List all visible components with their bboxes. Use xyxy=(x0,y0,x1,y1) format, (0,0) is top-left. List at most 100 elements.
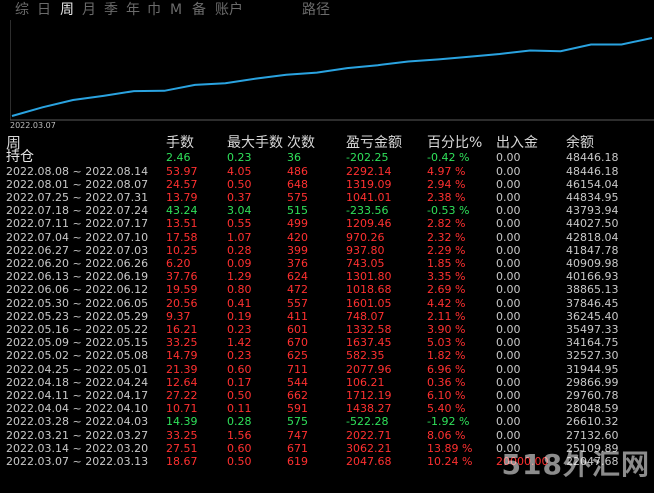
holding-row[interactable]: 持仓 2.46 0.23 36 -202.25 -0.42 % 0.00 484… xyxy=(0,150,654,164)
cell-percent: 2.94 % xyxy=(427,177,466,191)
cell-percent: 1.85 % xyxy=(427,256,466,270)
cell-period: 2022.05.09 ~ 2022.05.15 xyxy=(6,336,149,350)
cell-count: 670 xyxy=(287,336,308,350)
cell-percent: 4.97 % xyxy=(427,164,466,178)
tab-account[interactable]: 账户 xyxy=(215,1,243,19)
cell-balance: 40166.93 xyxy=(566,270,619,284)
cell-balance: 36245.40 xyxy=(566,309,619,323)
table-row[interactable]: 2022.03.28 ~ 2022.04.03 14.39 0.28 575 -522.… xyxy=(0,415,654,428)
cell-period: 2022.03.28 ~ 2022.04.03 xyxy=(6,415,149,429)
holding-percent: -0.42 % xyxy=(427,151,470,164)
cell-count: 575 xyxy=(287,415,308,429)
table-row[interactable]: 2022.03.21 ~ 2022.03.27 33.25 1.56 747 2022.… xyxy=(0,429,654,442)
cell-balance: 44027.50 xyxy=(566,217,619,231)
cell-pnl: 106.21 xyxy=(346,375,385,389)
cell-pnl: 2047.68 xyxy=(346,454,392,468)
cell-period: 2022.05.16 ~ 2022.05.22 xyxy=(6,322,149,336)
cell-period: 2022.07.25 ~ 2022.07.31 xyxy=(6,190,149,204)
table-row[interactable]: 2022.04.04 ~ 2022.04.10 10.71 0.11 591 1438.… xyxy=(0,402,654,415)
tab-year[interactable]: 年 xyxy=(126,1,140,19)
balance-line xyxy=(11,37,653,117)
table-row[interactable]: 2022.07.11 ~ 2022.07.17 13.51 0.55 499 1209.… xyxy=(0,217,654,230)
cell-lots: 12.64 xyxy=(166,375,198,389)
header-percent[interactable]: 百分比% xyxy=(427,134,482,152)
cell-percent: 2.82 % xyxy=(427,217,466,231)
cell-count: 411 xyxy=(287,309,308,323)
table-row[interactable]: 2022.08.01 ~ 2022.08.07 24.57 0.50 648 1319.… xyxy=(0,178,654,191)
cell-max-lots: 1.29 xyxy=(227,270,252,284)
cell-in-out: 0.00 xyxy=(496,204,521,218)
cell-max-lots: 1.07 xyxy=(227,230,252,244)
cell-lots: 14.39 xyxy=(166,415,198,429)
table-row[interactable]: 2022.05.02 ~ 2022.05.08 14.79 0.23 625 582.3… xyxy=(0,349,654,362)
cell-count: 591 xyxy=(287,402,308,416)
cell-percent: 3.35 % xyxy=(427,270,466,284)
cell-lots: 17.58 xyxy=(166,230,198,244)
table-row[interactable]: 2022.06.06 ~ 2022.06.12 19.59 0.80 472 1018.… xyxy=(0,283,654,296)
cell-max-lots: 1.42 xyxy=(227,336,252,350)
cell-count: 557 xyxy=(287,296,308,310)
cell-lots: 27.51 xyxy=(166,441,198,455)
tab-magic[interactable]: M xyxy=(170,1,182,19)
cell-percent: 6.10 % xyxy=(427,388,466,402)
table-row[interactable]: 2022.05.16 ~ 2022.05.22 16.21 0.23 601 1332.… xyxy=(0,323,654,336)
table-row[interactable]: 2022.04.25 ~ 2022.05.01 21.39 0.60 711 2077.… xyxy=(0,363,654,376)
cell-pnl: 1601.05 xyxy=(346,296,392,310)
cell-max-lots: 0.60 xyxy=(227,362,252,376)
table-row[interactable]: 2022.04.18 ~ 2022.04.24 12.64 0.17 544 106.2… xyxy=(0,376,654,389)
table-row[interactable]: 2022.05.30 ~ 2022.06.05 20.56 0.41 557 1601.… xyxy=(0,297,654,310)
tab-quarter[interactable]: 季 xyxy=(104,1,118,19)
tab-summary[interactable]: 综 xyxy=(15,1,29,19)
header-pnl[interactable]: 盈亏金额 xyxy=(346,134,402,152)
cell-lots: 24.57 xyxy=(166,177,198,191)
table-row[interactable]: 2022.07.25 ~ 2022.07.31 13.79 0.37 575 1041.… xyxy=(0,191,654,204)
cell-lots: 14.79 xyxy=(166,349,198,363)
table-row[interactable]: 2022.08.08 ~ 2022.08.14 53.97 4.05 486 2292.… xyxy=(0,165,654,178)
cell-in-out: 0.00 xyxy=(496,256,521,270)
cell-in-out: 0.00 xyxy=(496,362,521,376)
tab-week[interactable]: 周 xyxy=(60,1,74,19)
table-row[interactable]: 2022.06.27 ~ 2022.07.03 10.25 0.28 399 937.8… xyxy=(0,244,654,257)
cell-max-lots: 0.28 xyxy=(227,415,252,429)
cell-in-out: 0.00 xyxy=(496,164,521,178)
table-row[interactable]: 2022.06.20 ~ 2022.06.26 6.20 0.09 376 743.05… xyxy=(0,257,654,270)
cell-pnl: 1018.68 xyxy=(346,283,392,297)
tab-day[interactable]: 日 xyxy=(37,1,51,19)
table-row[interactable]: 2022.05.09 ~ 2022.05.15 33.25 1.42 670 1637.… xyxy=(0,336,654,349)
holding-pnl: -202.25 xyxy=(346,151,389,164)
tab-month[interactable]: 月 xyxy=(82,1,96,19)
tab-symbol[interactable]: 巾 xyxy=(147,1,161,19)
cell-in-out: 0.00 xyxy=(496,230,521,244)
cell-lots: 10.71 xyxy=(166,402,198,416)
header-balance[interactable]: 余额 xyxy=(566,134,594,152)
cell-pnl: -233.56 xyxy=(346,204,389,218)
table-row[interactable]: 2022.04.11 ~ 2022.04.17 27.22 0.50 662 1712.… xyxy=(0,389,654,402)
cell-balance: 40909.98 xyxy=(566,256,619,270)
table-row[interactable]: 2022.05.23 ~ 2022.05.29 9.37 0.19 411 748.07… xyxy=(0,310,654,323)
cell-period: 2022.04.18 ~ 2022.04.24 xyxy=(6,375,149,389)
header-in-out[interactable]: 出入金 xyxy=(496,134,538,152)
header-count[interactable]: 次数 xyxy=(287,134,315,152)
cell-balance: 32527.30 xyxy=(566,349,619,363)
cell-count: 499 xyxy=(287,217,308,231)
cell-in-out: 0.00 xyxy=(496,428,521,442)
table-row[interactable]: 2022.06.13 ~ 2022.06.19 37.76 1.29 624 1301.… xyxy=(0,270,654,283)
tab-path[interactable]: 路径 xyxy=(302,1,330,19)
header-lots[interactable]: 手数 xyxy=(166,134,194,152)
cell-count: 662 xyxy=(287,388,308,402)
cell-pnl: 970.26 xyxy=(346,230,385,244)
header-max-lots[interactable]: 最大手数 xyxy=(227,134,283,152)
cell-lots: 20.56 xyxy=(166,296,198,310)
cell-balance: 28048.59 xyxy=(566,402,619,416)
table-row[interactable]: 2022.07.04 ~ 2022.07.10 17.58 1.07 420 970.2… xyxy=(0,231,654,244)
cell-balance: 27132.60 xyxy=(566,428,619,442)
table-row[interactable]: 2022.07.18 ~ 2022.07.24 43.24 3.04 515 -233.… xyxy=(0,204,654,217)
cell-lots: 13.79 xyxy=(166,190,198,204)
cell-balance: 35497.33 xyxy=(566,322,619,336)
cell-pnl: 743.05 xyxy=(346,256,385,270)
cell-percent: 3.90 % xyxy=(427,322,466,336)
cell-pnl: 1209.46 xyxy=(346,217,392,231)
tab-note[interactable]: 备 xyxy=(192,1,206,19)
cell-percent: 2.69 % xyxy=(427,283,466,297)
cell-lots: 37.76 xyxy=(166,270,198,284)
